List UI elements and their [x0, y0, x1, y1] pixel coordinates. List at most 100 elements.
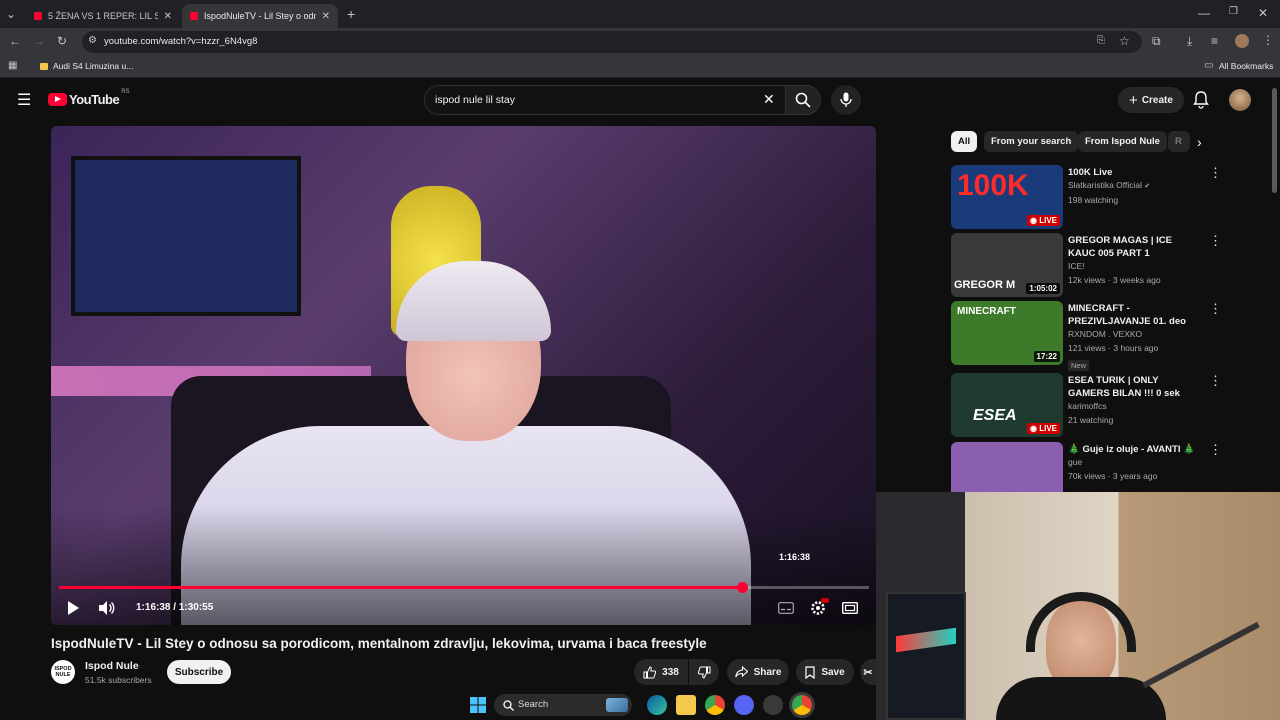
subscriber-count: 51.5k subscribers [85, 675, 152, 685]
like-button[interactable]: 338 [634, 659, 688, 685]
apps-grid-icon[interactable]: ▦ [8, 61, 17, 71]
chips-next-icon[interactable]: › [1197, 134, 1202, 150]
thumb-text: ESEA [973, 407, 1017, 424]
volume-icon[interactable] [98, 600, 116, 616]
bookmark-favicon-icon [40, 63, 48, 70]
video-player[interactable]: i 1:16:38 1:16:38 / 1:30:55 [51, 126, 876, 625]
recommendation-thumbnail[interactable]: ESEA ◉ LIVE [951, 373, 1063, 437]
share-button[interactable]: Share [727, 659, 789, 685]
more-options-icon[interactable]: ⋮ [1209, 442, 1222, 458]
subscribe-button[interactable]: Subscribe [167, 660, 231, 684]
play-icon[interactable] [66, 600, 80, 616]
site-info-icon[interactable]: ⚙ [88, 36, 97, 46]
recommendation-item[interactable]: 🎄 Guje iz oluje - AVANTI 🎄 gue 70k views… [951, 442, 1231, 492]
more-options-icon[interactable]: ⋮ [1209, 373, 1222, 389]
dislike-button[interactable] [689, 659, 719, 685]
maximize-icon[interactable]: ❐ [1229, 7, 1238, 17]
youtube-favicon-icon [34, 12, 42, 20]
browser-tab-2-active[interactable]: IspodNuleTV - Lil Stey o odnosu sa porod… [182, 4, 338, 28]
create-label: Create [1141, 94, 1173, 106]
close-tab-icon[interactable]: ✕ [164, 11, 172, 22]
recommendation-meta: 12k views · 3 weeks ago [1068, 274, 1161, 285]
recommendation-thumbnail[interactable]: 100K ◉ LIVE [951, 165, 1063, 229]
search-input[interactable]: ispod nule lil stay ✕ [424, 85, 786, 115]
browser-tab-1[interactable]: 5 ŽENA VS 1 REPER: LIL STEY - YouTube ✕ [26, 4, 180, 28]
recommendation-thumbnail[interactable]: MINECRAFT 17:22 [951, 301, 1063, 365]
channel-name[interactable]: Ispod Nule [85, 660, 139, 672]
more-options-icon[interactable]: ⋮ [1209, 165, 1222, 181]
recommendation-title: 🎄 Guje iz oluje - AVANTI 🎄 [1068, 444, 1195, 455]
save-button[interactable]: Save [796, 659, 854, 685]
chrome-active-icon[interactable] [792, 695, 812, 715]
minimize-icon[interactable]: — [1198, 7, 1210, 19]
voice-search-button[interactable] [831, 85, 861, 115]
verified-icon: ✔ [1144, 183, 1151, 190]
media-controls-icon[interactable]: ≡ [1211, 35, 1218, 47]
theater-mode-icon[interactable] [842, 602, 858, 614]
recommendation-item[interactable]: MINECRAFT 17:22 MINECRAFT - PREZIVLJAVAN… [951, 301, 1231, 371]
close-tab-icon[interactable]: ✕ [322, 11, 330, 22]
recommendation-thumbnail[interactable] [951, 442, 1063, 492]
progress-scrubber[interactable] [736, 582, 748, 593]
channel-avatar[interactable]: ISPOD NULE [51, 660, 75, 684]
subtitles-icon[interactable] [778, 602, 794, 614]
new-tab-icon[interactable]: + [347, 7, 355, 21]
more-options-icon[interactable]: ⋮ [1209, 233, 1222, 249]
thumb-bg [951, 442, 1063, 492]
recommendation-meta: 121 views · 3 hours ago [1068, 342, 1159, 353]
recommendation-item[interactable]: 100K ◉ LIVE 100K Live Slatkaristika Offi… [951, 165, 1231, 229]
recommendation-title: 100K Live [1068, 167, 1113, 178]
address-bar[interactable]: ⚙ youtube.com/watch?v=hzzr_6N4vg8 ⎘ ☆ [82, 31, 1142, 53]
chip-from-your-search[interactable]: From your search [984, 131, 1079, 152]
start-button[interactable] [468, 695, 488, 715]
progress-bar[interactable] [59, 582, 869, 593]
file-explorer-icon[interactable] [676, 695, 696, 715]
taskbar-search-label: Search [518, 699, 549, 710]
folder-icon: ▭ [1204, 60, 1214, 71]
all-bookmarks-link[interactable]: All Bookmarks [1219, 61, 1273, 71]
notifications-bell-icon[interactable] [1193, 91, 1209, 109]
discord-icon[interactable] [734, 695, 754, 715]
like-count: 338 [662, 666, 679, 678]
youtube-play-logo-icon [48, 93, 67, 106]
scissors-icon: ✂ [863, 666, 873, 679]
save-label: Save [821, 666, 845, 678]
profile-avatar[interactable] [1235, 34, 1249, 48]
install-app-icon[interactable]: ⎘ [1097, 36, 1105, 46]
page-scrollbar-thumb[interactable] [1272, 88, 1277, 193]
recommendation-thumbnail[interactable]: GREGOR M 1:05:02 [951, 233, 1063, 297]
extensions-icon[interactable]: ⧉ [1152, 35, 1161, 47]
clip-button[interactable]: ✂ [860, 659, 876, 685]
downloads-icon[interactable]: ⤓ [1187, 35, 1192, 47]
recommendation-item[interactable]: GREGOR M 1:05:02 GREGOR MAGAS | ICE KAUC… [951, 233, 1231, 297]
taskbar-search-icon [503, 700, 514, 711]
window-close-icon[interactable]: ✕ [1258, 7, 1268, 19]
hamburger-menu-icon[interactable]: ☰ [17, 90, 31, 110]
create-button[interactable]: + Create [1118, 87, 1184, 113]
chrome-icon[interactable] [705, 695, 725, 715]
forward-icon[interactable]: → [33, 35, 45, 47]
browser-menu-icon[interactable]: ⋮ [1262, 34, 1274, 46]
chip-from-ispod-nule[interactable]: From Ispod Nule [1078, 131, 1167, 152]
bookmark-link[interactable]: Audi S4 Limuzina u... [53, 61, 133, 71]
bookmark-star-icon[interactable]: ☆ [1119, 35, 1130, 47]
youtube-logo[interactable]: YouTube RS [48, 89, 130, 107]
steam-icon[interactable] [763, 695, 783, 715]
chip-truncated[interactable]: R [1168, 131, 1190, 152]
more-options-icon[interactable]: ⋮ [1209, 301, 1222, 317]
live-badge: ◉ LIVE [1027, 423, 1060, 434]
recommendation-item[interactable]: ESEA ◉ LIVE ESEA TURIK | ONLY GAMERS BIL… [951, 373, 1231, 437]
reload-icon[interactable]: ↻ [57, 35, 67, 47]
youtube-favicon-icon [190, 12, 198, 20]
back-icon[interactable]: ← [9, 35, 21, 47]
clear-search-icon[interactable]: ✕ [763, 91, 775, 108]
taskbar-search-box[interactable]: Search [494, 694, 632, 716]
thumb-text: 100K [957, 169, 1029, 202]
thumbs-down-icon [697, 666, 710, 679]
account-avatar[interactable] [1229, 89, 1251, 111]
tab-search-icon[interactable]: ⌄ [6, 8, 16, 20]
search-button[interactable] [785, 85, 821, 115]
edge-icon[interactable] [647, 695, 667, 715]
chip-all[interactable]: All [951, 131, 978, 152]
share-icon [734, 666, 748, 678]
